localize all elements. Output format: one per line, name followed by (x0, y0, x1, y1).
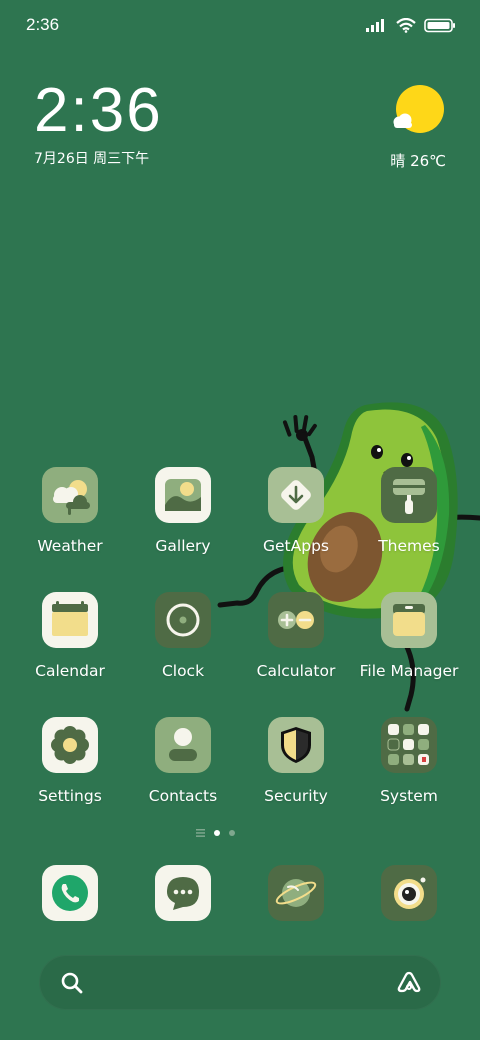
app-file-manager[interactable]: File Manager (352, 592, 466, 680)
status-bar: 2:36 (0, 0, 480, 50)
status-icons (366, 15, 456, 35)
calculator-icon (268, 592, 324, 648)
app-settings[interactable]: Settings (13, 717, 127, 805)
app-label: Contacts (148, 787, 218, 805)
message-icon (167, 877, 199, 910)
weather-text: 晴 26℃ (390, 152, 446, 170)
dock-browser[interactable] (268, 865, 324, 921)
phone-icon (52, 875, 88, 911)
getapps-icon (268, 467, 324, 523)
app-label: File Manager (359, 662, 459, 680)
weather-icon (42, 467, 98, 523)
page-dot-active[interactable] (214, 830, 220, 836)
dock-camera[interactable] (381, 865, 437, 921)
app-label: Themes (378, 537, 440, 555)
widget-time: 2:36 (34, 76, 163, 145)
app-label: Weather (37, 537, 103, 555)
app-label: System (380, 787, 438, 805)
app-label: Calendar (35, 662, 105, 680)
contacts-icon (155, 717, 211, 773)
app-calculator[interactable]: Calculator (239, 592, 353, 680)
app-label: Calculator (256, 662, 336, 680)
app-calendar[interactable]: Calendar (13, 592, 127, 680)
weather-widget[interactable]: 晴 26℃ (356, 84, 446, 171)
app-getapps[interactable]: GetApps (239, 467, 353, 555)
settings-icon (42, 717, 98, 773)
app-system-folder[interactable]: System (352, 717, 466, 805)
app-clock[interactable]: Clock (126, 592, 240, 680)
app-label: Gallery (155, 537, 211, 555)
app-label: Settings (38, 787, 102, 805)
page-dot[interactable] (229, 830, 235, 836)
search-icon (61, 972, 83, 994)
calendar-icon (42, 592, 98, 648)
shield-icon (268, 717, 324, 773)
clock-icon (155, 592, 211, 648)
system-folder-icon (381, 717, 437, 773)
assistant-logo-icon[interactable] (396, 970, 422, 994)
dock-phone[interactable] (42, 865, 98, 921)
app-gallery[interactable]: Gallery (126, 467, 240, 555)
camera-icon (394, 877, 426, 909)
widget-date: 7月26日 周三下午 (34, 151, 150, 167)
status-time: 2:36 (26, 15, 60, 34)
gallery-icon (155, 467, 211, 523)
folder-icon (381, 592, 437, 648)
menu-icon[interactable] (196, 829, 205, 837)
page-indicator[interactable] (196, 829, 235, 837)
app-weather[interactable]: Weather (13, 467, 127, 555)
wifi-icon (396, 17, 416, 33)
paint-roller-icon (381, 467, 437, 523)
sunny-weather-icon (393, 85, 444, 133)
app-label: GetApps (263, 537, 329, 555)
planet-icon (275, 879, 317, 907)
app-security[interactable]: Security (239, 717, 353, 805)
app-contacts[interactable]: Contacts (126, 717, 240, 805)
search-bar[interactable] (39, 955, 441, 1010)
app-themes[interactable]: Themes (352, 467, 466, 555)
dock-messages[interactable] (155, 865, 211, 921)
signal-icon (366, 19, 384, 32)
app-label: Security (264, 787, 328, 805)
clock-widget[interactable]: 2:36 7月26日 周三下午 (34, 80, 163, 168)
app-label: Clock (161, 662, 205, 680)
battery-icon (424, 18, 455, 32)
